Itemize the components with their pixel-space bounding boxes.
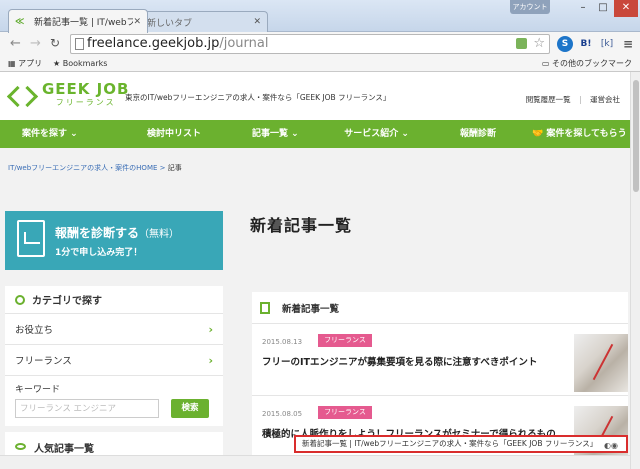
vertical-scrollbar[interactable] [630, 72, 640, 469]
nav-item-request-search[interactable]: 🤝 案件を探してもらう [529, 120, 630, 148]
category-search-box: カテゴリで探す お役立ち› フリーランス› キーワード 検索 [5, 286, 223, 426]
breadcrumb-home[interactable]: IT/webフリーエンジニアの求人・案件のHOME [8, 164, 157, 172]
geekjob-logo-icon [10, 85, 36, 105]
geekjob-logo[interactable]: GEEK JOB フリーランス [10, 82, 129, 108]
title-tooltip: 新着記事一覧 | IT/webフリーエンジニアの求人・案件なら「GEEK JOB… [294, 435, 628, 453]
company-link[interactable]: 運営会社 [590, 95, 620, 104]
nav-item-articles[interactable]: 記事一覧 ⌄ [225, 120, 326, 148]
site-tagline: 東京のIT/webフリーエンジニアの求人・案件なら「GEEK JOB フリーラン… [125, 93, 391, 102]
tab-close-icon[interactable]: ✕ [253, 17, 261, 27]
breadcrumb-current: 記事 [167, 164, 182, 172]
minimize-icon[interactable]: – [572, 0, 594, 17]
tab-geekjob[interactable]: ≪ 新着記事一覧 | IT/webフ ✕ [8, 9, 148, 33]
chevron-right-icon: › [208, 353, 213, 367]
chevron-right-icon: › [208, 322, 213, 336]
search-button[interactable]: 検索 [171, 399, 209, 418]
eye-icon [15, 443, 26, 450]
feed-heading: 新着記事一覧 [252, 292, 628, 324]
hatena-bookmark-icon[interactable]: B! [578, 36, 594, 52]
bookmarks-bar: ▦ アプリ ★ Bookmarks ▭ その他のブックマーク [0, 56, 640, 72]
bookmarks-folder[interactable]: ★ Bookmarks [53, 56, 107, 71]
article-item[interactable]: 2015.08.13 フリーランス フリーのITエンジニアが募集要項を見る際に注… [252, 324, 628, 396]
page-title: 新着記事一覧 [250, 216, 353, 235]
logo-name: GEEK JOB [42, 80, 130, 98]
tooltip-text: 新着記事一覧 | IT/webフリーエンジニアの求人・案件なら「GEEK JOB… [302, 439, 598, 448]
global-nav: 案件を探す ⌄ 検討中リスト 記事一覧 ⌄ サービス紹介 ⌄ 報酬診断 🤝 案件… [0, 120, 630, 148]
feed-icon[interactable] [516, 38, 527, 49]
category-heading: カテゴリで探す [5, 286, 223, 314]
scrollbar-thumb[interactable] [633, 80, 639, 192]
page-icon [75, 38, 84, 50]
nav-item-diagnosis[interactable]: 報酬診断 [427, 120, 528, 148]
tab-title: 新着記事一覧 | IT/webフ [34, 18, 134, 28]
category-badge[interactable]: フリーランス [318, 406, 372, 419]
account-button[interactable]: アカウント [510, 0, 550, 14]
keyword-input[interactable] [15, 399, 159, 418]
other-bookmarks-folder[interactable]: ▭ その他のブックマーク [542, 56, 632, 71]
page-viewport: GEEK JOB フリーランス 東京のIT/webフリーエンジニアの求人・案件な… [0, 72, 630, 469]
extension-s-icon[interactable]: S [557, 36, 573, 52]
history-link[interactable]: 閲覧履歴一覧 [526, 95, 571, 104]
clipboard-chart-icon [17, 220, 45, 257]
maximize-icon[interactable]: □ [592, 0, 614, 17]
nav-item-considering[interactable]: 検討中リスト [123, 120, 224, 148]
extension-k-icon[interactable]: [k] [599, 36, 615, 52]
tab-close-icon[interactable]: ✕ [133, 17, 141, 27]
site-header: GEEK JOB フリーランス 東京のIT/webフリーエンジニアの求人・案件な… [0, 72, 630, 120]
salary-diagnosis-banner[interactable]: 報酬を診断する（無料） 1分で申し込み完了！ [5, 211, 223, 270]
header-links: 閲覧履歴一覧 | 運営会社 [525, 95, 620, 104]
tab-title: 新しいタブ [147, 18, 193, 29]
banner-title: 報酬を診断する [55, 226, 140, 240]
eye-icon: ◐◉ [604, 441, 618, 450]
horizontal-scrollbar[interactable] [0, 455, 630, 469]
chrome-menu-icon[interactable]: ≡ [620, 36, 636, 52]
reload-icon[interactable]: ↻ [50, 36, 60, 50]
keyword-label: キーワード [15, 385, 61, 395]
nav-item-services[interactable]: サービス紹介 ⌄ [326, 120, 427, 148]
category-badge[interactable]: フリーランス [318, 334, 372, 347]
category-item[interactable]: フリーランス › [5, 345, 223, 376]
window-close-icon[interactable]: ✕ [614, 0, 638, 17]
back-arrow-icon[interactable]: ← [10, 36, 21, 51]
handshake-icon: 🤝 [531, 129, 547, 139]
document-icon [260, 301, 270, 314]
forward-arrow-icon[interactable]: → [30, 36, 41, 51]
category-item[interactable]: お役立ち › [5, 314, 223, 345]
banner-subtitle: 1分で申し込み完了！ [55, 248, 143, 258]
article-thumbnail[interactable] [574, 334, 628, 392]
article-date: 2015.08.13 [262, 338, 303, 346]
geekjob-favicon-icon: ≪ [15, 16, 25, 27]
browser-toolbar: ← → ↻ freelance.geekjob.jp/journal ☆ S B… [0, 32, 640, 56]
article-date: 2015.08.05 [262, 410, 303, 418]
url-path: /journal [219, 36, 269, 51]
article-title[interactable]: フリーのITエンジニアが募集要項を見る際に注意すべきポイント [262, 354, 562, 371]
apps-shortcut[interactable]: ▦ アプリ [8, 56, 42, 71]
tab-new[interactable]: 新しいタブ ✕ [140, 11, 268, 32]
breadcrumb: IT/webフリーエンジニアの求人・案件のHOME > 記事 [8, 164, 182, 172]
popular-heading: 人気記事一覧 [34, 444, 94, 455]
logo-subtitle: フリーランス [55, 98, 116, 107]
url-host: freelance.geekjob.jp [87, 36, 220, 51]
nav-item-find-jobs[interactable]: 案件を探す ⌄ [0, 120, 123, 148]
browser-titlebar: ≪ 新着記事一覧 | IT/webフ ✕ 新しいタブ ✕ アカウント – □ ✕ [0, 0, 640, 33]
search-icon [15, 294, 25, 305]
bookmark-star-icon[interactable]: ☆ [533, 35, 545, 53]
address-bar[interactable]: freelance.geekjob.jp/journal ☆ [70, 34, 550, 54]
